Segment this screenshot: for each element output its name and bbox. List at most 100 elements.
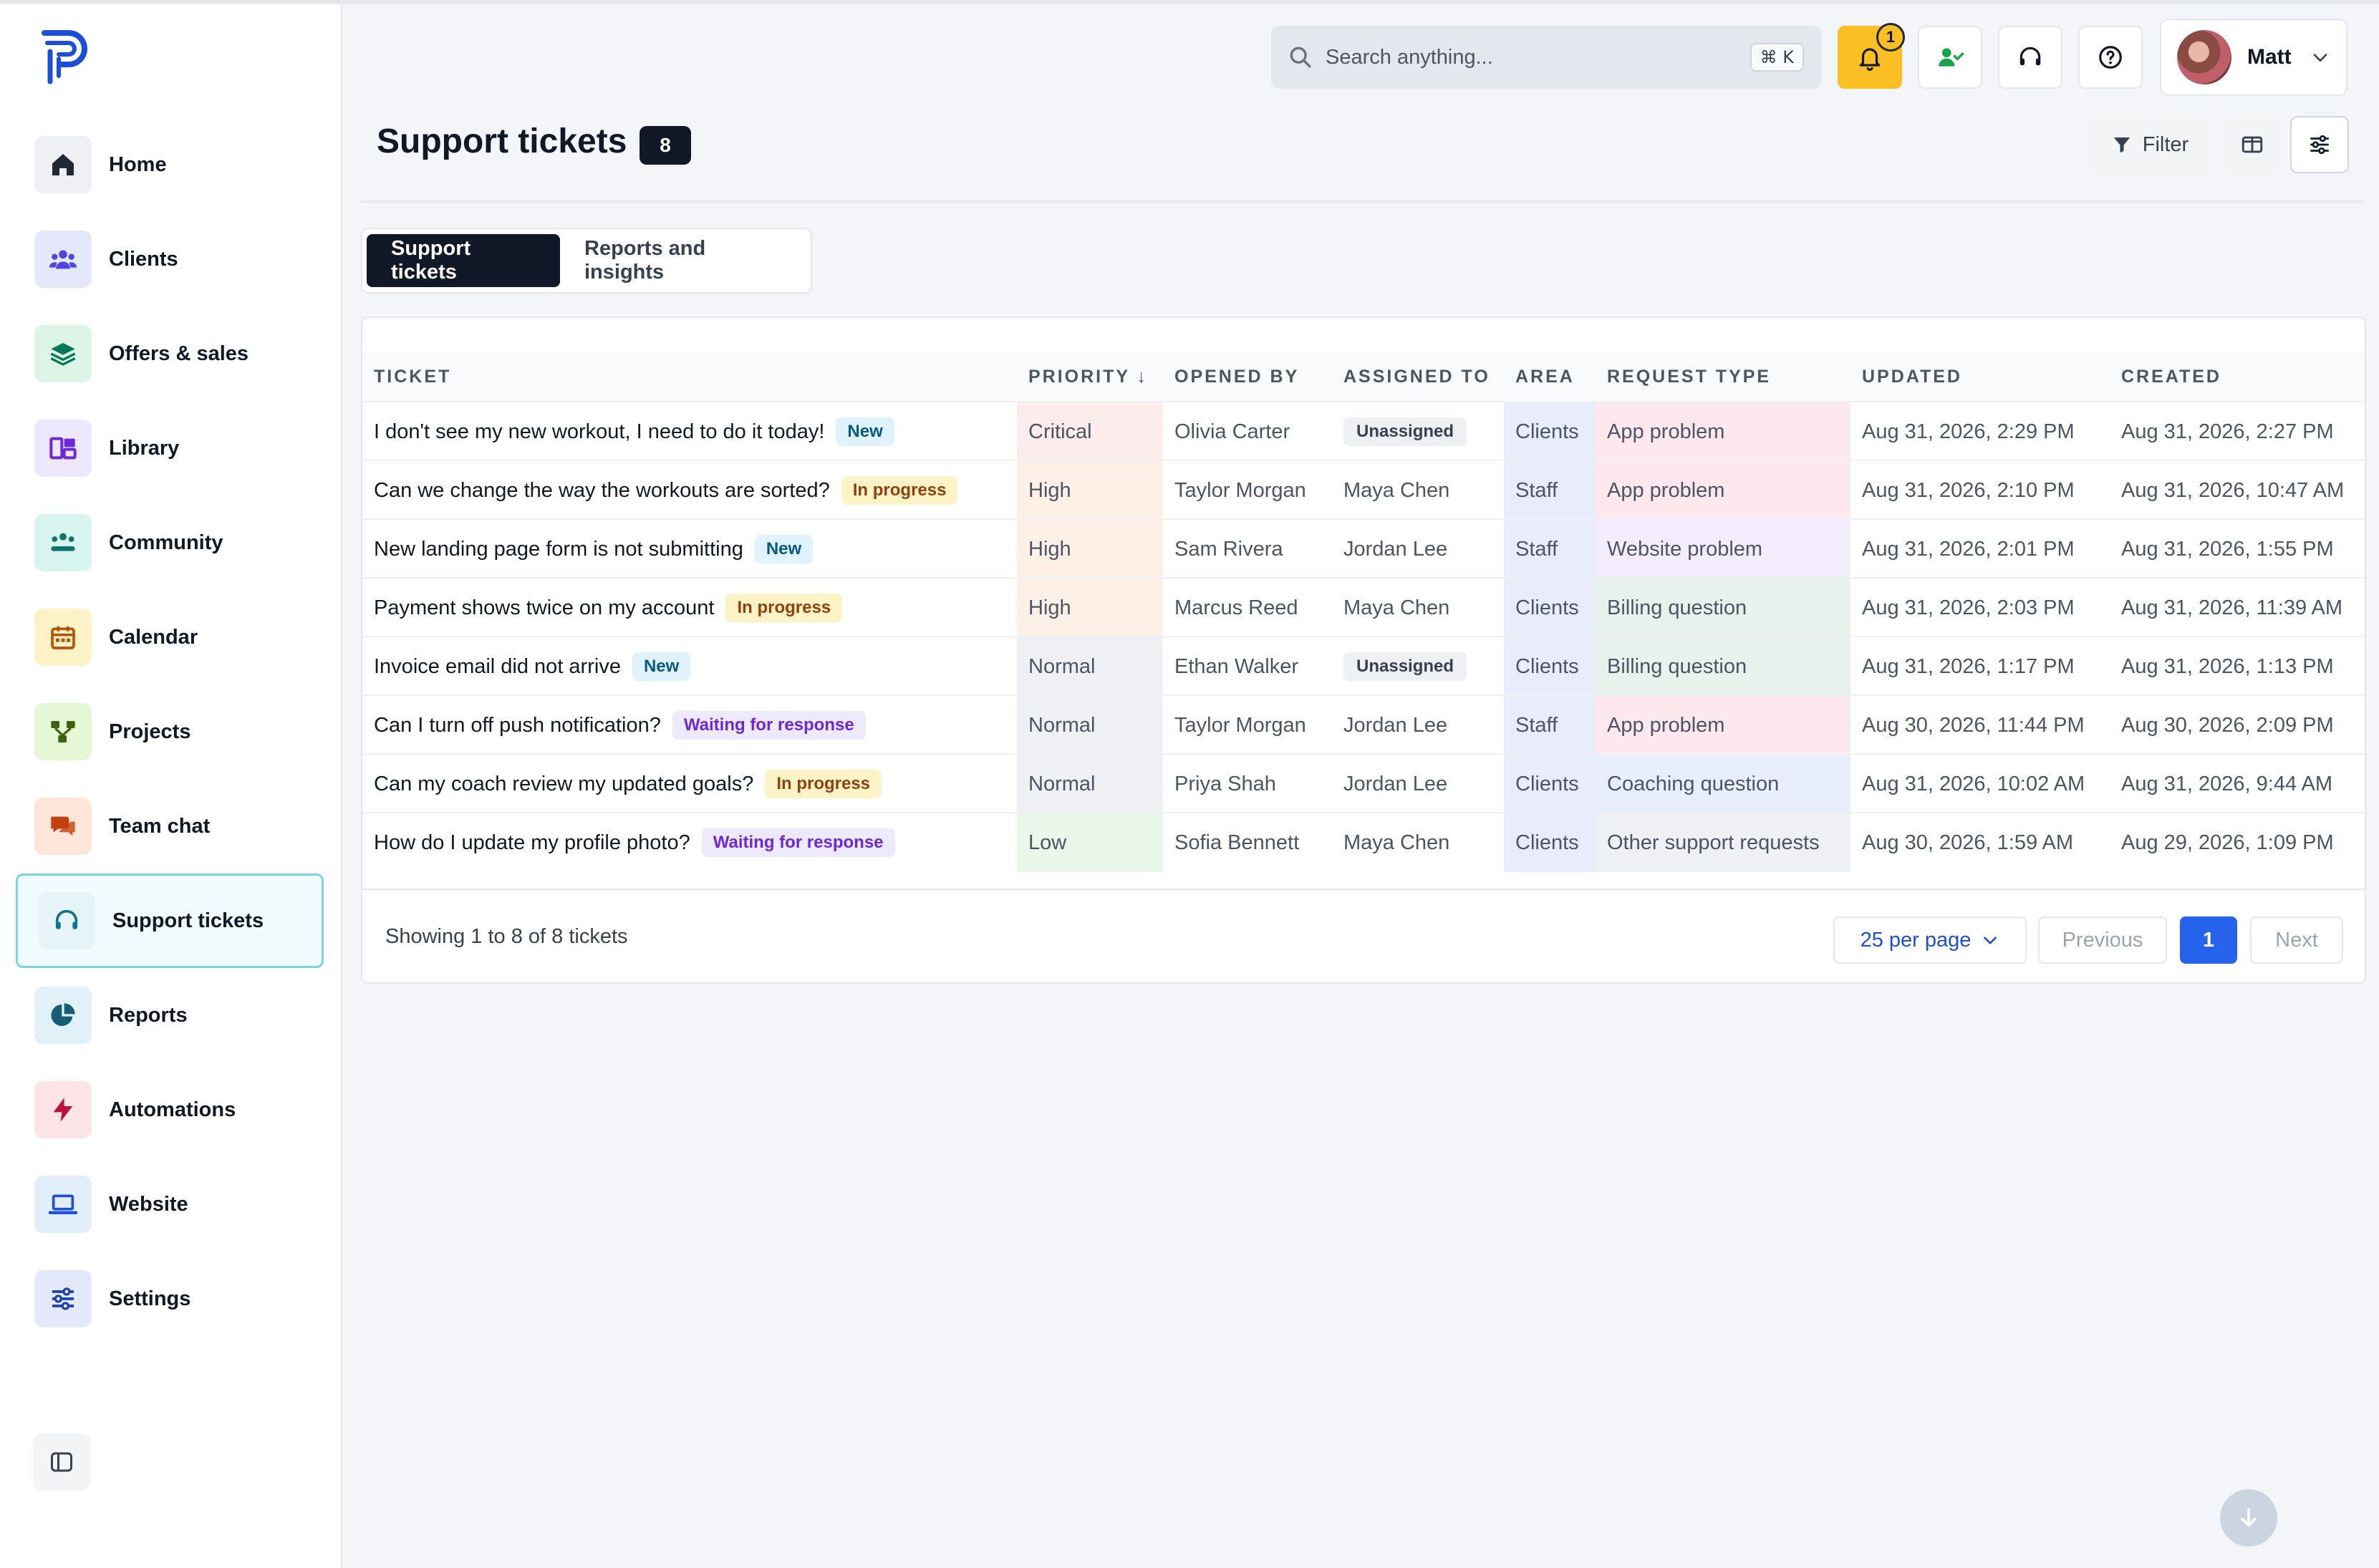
cell-ticket: Can I turn off push notification? Waiting… bbox=[362, 696, 1017, 755]
help-button[interactable] bbox=[2078, 26, 2143, 89]
table-header: TICKET PRIORITY ↓ OPENED BY ASSIGNED TO AREA… bbox=[362, 352, 2365, 401]
status-badge: New bbox=[754, 535, 814, 563]
cell-area: Staff bbox=[1504, 461, 1596, 520]
sliders-icon bbox=[34, 1270, 92, 1327]
column-header-area[interactable]: AREA bbox=[1515, 352, 1596, 401]
sidebar-item-community[interactable]: Community bbox=[16, 495, 324, 590]
sidebar-item-website[interactable]: Website bbox=[16, 1157, 324, 1252]
sidebar-item-home[interactable]: Home bbox=[16, 117, 324, 212]
cell-ticket: Can we change the way the workouts are s… bbox=[362, 461, 1017, 520]
cell-opened-by: Marcus Reed bbox=[1174, 596, 1298, 619]
headset-icon bbox=[2020, 47, 2041, 66]
ticket-count-badge: 8 bbox=[640, 126, 691, 165]
sidebar-collapse-button[interactable] bbox=[33, 1433, 90, 1491]
tab-reports-and-insights[interactable]: Reports and insights bbox=[560, 234, 806, 287]
brand-logo-icon[interactable] bbox=[40, 30, 90, 84]
sidebar-item-support-tickets[interactable]: Support tickets bbox=[16, 873, 324, 968]
cell-assigned-to: Jordan Lee bbox=[1343, 772, 1448, 795]
cell-priority: Normal bbox=[1017, 696, 1163, 755]
cell-assigned-to: Jordan Lee bbox=[1343, 713, 1448, 737]
ticket-title[interactable]: Payment shows twice on my account bbox=[374, 596, 714, 620]
layers-icon bbox=[34, 325, 92, 382]
cell-area: Staff bbox=[1504, 520, 1596, 579]
sidebar-item-team-chat[interactable]: Team chat bbox=[16, 779, 324, 873]
cell-priority: Normal bbox=[1017, 755, 1163, 813]
cell-request-type: App problem bbox=[1596, 402, 1850, 461]
cell-updated: Aug 31, 2026, 2:29 PM bbox=[1862, 420, 2075, 443]
sidebar-item-projects[interactable]: Projects bbox=[16, 684, 324, 779]
cell-request-type: Billing question bbox=[1596, 579, 1850, 637]
sidebar-item-calendar[interactable]: Calendar bbox=[16, 590, 324, 684]
cell-ticket: How do I update my profile photo? Waiting… bbox=[362, 813, 1017, 872]
cell-updated: Aug 31, 2026, 1:17 PM bbox=[1862, 654, 2075, 678]
avatar bbox=[2177, 30, 2231, 84]
ticket-title[interactable]: New landing page form is not submitting bbox=[374, 538, 743, 561]
table-row[interactable]: Can we change the way the workouts are s… bbox=[362, 460, 2365, 520]
cell-created: Aug 31, 2026, 11:39 AM bbox=[2121, 596, 2343, 619]
per-page-select[interactable]: 25 per page bbox=[1833, 916, 2027, 964]
filter-button[interactable]: Filter bbox=[2088, 116, 2211, 173]
sidebar-item-settings[interactable]: Settings bbox=[16, 1252, 324, 1346]
status-badge: Waiting for response bbox=[672, 711, 866, 740]
ticket-title[interactable]: I don't see my new workout, I need to do… bbox=[374, 420, 824, 444]
cell-opened-by: Taylor Morgan bbox=[1174, 478, 1306, 502]
cell-request-type: Other support requests bbox=[1596, 813, 1850, 872]
table-row[interactable]: How do I update my profile photo? Waiting… bbox=[362, 812, 2365, 872]
cell-created: Aug 31, 2026, 2:27 PM bbox=[2121, 420, 2334, 443]
status-badge: In progress bbox=[841, 476, 958, 505]
columns-icon bbox=[2242, 136, 2263, 153]
cell-updated: Aug 30, 2026, 1:59 AM bbox=[1862, 831, 2074, 854]
column-header-ticket[interactable]: TICKET bbox=[374, 352, 1017, 401]
table-row[interactable]: Can my coach review my updated goals? In … bbox=[362, 753, 2365, 813]
sidebar-item-label: Website bbox=[109, 1192, 188, 1216]
table-row[interactable]: Can I turn off push notification? Waiting… bbox=[362, 695, 2365, 755]
search-input[interactable]: Search anything... ⌘ K bbox=[1271, 26, 1821, 89]
panel-left-icon bbox=[51, 1452, 72, 1472]
sidebar-item-library[interactable]: Library bbox=[16, 401, 324, 495]
cell-opened-by: Sofia Bennett bbox=[1174, 831, 1300, 854]
cell-request-type: Coaching question bbox=[1596, 755, 1850, 813]
column-header-created[interactable]: CREATED bbox=[2121, 352, 2368, 401]
cell-request-type: Billing question bbox=[1596, 637, 1850, 696]
user-menu[interactable]: Matt bbox=[2160, 19, 2347, 96]
previous-page-button[interactable]: Previous bbox=[2038, 916, 2167, 964]
notifications-button[interactable]: 1 bbox=[1838, 23, 1905, 89]
community-icon bbox=[34, 514, 92, 571]
cell-area: Clients bbox=[1504, 813, 1596, 872]
sidebar-item-offers-sales[interactable]: Offers & sales bbox=[16, 306, 324, 401]
table-row[interactable]: New landing page form is not submitting N… bbox=[362, 518, 2365, 579]
page-1-button[interactable]: 1 bbox=[2180, 916, 2237, 964]
scroll-down-button[interactable] bbox=[2220, 1489, 2277, 1547]
table-row[interactable]: Invoice email did not arrive New Normal Eth… bbox=[362, 636, 2365, 696]
sidebar-item-clients[interactable]: Clients bbox=[16, 212, 324, 306]
sidebar-item-reports[interactable]: Reports bbox=[16, 968, 324, 1063]
ticket-title[interactable]: How do I update my profile photo? bbox=[374, 831, 690, 855]
support-button[interactable] bbox=[1998, 26, 2062, 89]
cell-assigned-to: Maya Chen bbox=[1343, 831, 1450, 854]
cell-updated: Aug 31, 2026, 10:02 AM bbox=[1862, 772, 2085, 795]
next-page-button[interactable]: Next bbox=[2250, 916, 2343, 964]
ticket-title[interactable]: Can I turn off push notification? bbox=[374, 714, 661, 737]
filter-icon bbox=[2113, 137, 2131, 153]
cell-request-type: Website problem bbox=[1596, 520, 1850, 579]
status-badge: In progress bbox=[765, 770, 882, 798]
ticket-title[interactable]: Can my coach review my updated goals? bbox=[374, 773, 753, 796]
sidebar-item-automations[interactable]: Automations bbox=[16, 1063, 324, 1157]
sliders-icon bbox=[2310, 135, 2329, 155]
cell-created: Aug 30, 2026, 2:09 PM bbox=[2121, 713, 2334, 737]
column-header-request-type[interactable]: REQUEST TYPE bbox=[1607, 352, 1850, 401]
user-check-button[interactable] bbox=[1918, 26, 1982, 89]
cell-opened-by: Priya Shah bbox=[1174, 772, 1276, 795]
column-header-opened-by[interactable]: OPENED BY bbox=[1174, 352, 1332, 401]
columns-button[interactable] bbox=[2223, 116, 2282, 173]
cell-area: Clients bbox=[1504, 755, 1596, 813]
view-settings-button[interactable] bbox=[2290, 116, 2349, 173]
column-header-priority[interactable]: PRIORITY ↓ bbox=[1028, 352, 1163, 401]
column-header-updated[interactable]: UPDATED bbox=[1862, 352, 2110, 401]
table-row[interactable]: I don't see my new workout, I need to do… bbox=[362, 401, 2365, 461]
column-header-assigned-to[interactable]: ASSIGNED TO bbox=[1343, 352, 1504, 401]
ticket-title[interactable]: Invoice email did not arrive bbox=[374, 655, 621, 679]
tab-support-tickets[interactable]: Support tickets bbox=[367, 234, 560, 287]
table-row[interactable]: Payment shows twice on my account In prog… bbox=[362, 577, 2365, 637]
ticket-title[interactable]: Can we change the way the workouts are s… bbox=[374, 479, 830, 503]
